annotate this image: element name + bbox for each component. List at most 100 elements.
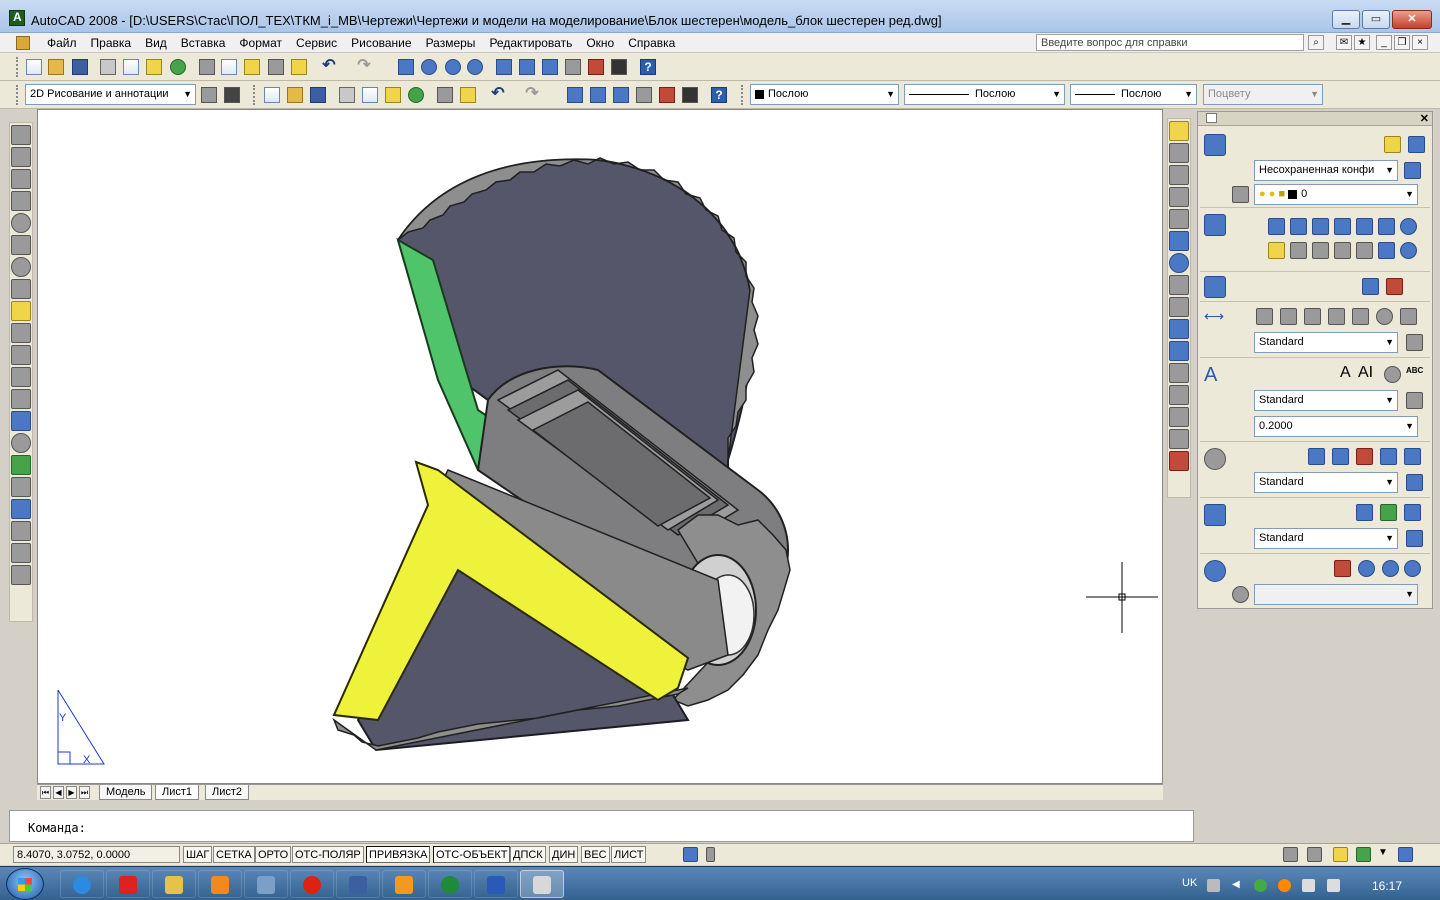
tray-browser-icon[interactable] (1278, 879, 1291, 892)
word-icon[interactable] (474, 870, 518, 898)
jogged-linear-icon[interactable] (11, 477, 31, 497)
search-icon[interactable]: ⌕ (1308, 35, 1324, 50)
block-editor-icon[interactable] (289, 57, 309, 77)
menu-window[interactable]: Окно (579, 35, 621, 51)
dimension-edit-icon[interactable] (11, 499, 31, 519)
prev-tab-icon[interactable]: ◀ (53, 786, 64, 799)
menu-insert[interactable]: Вставка (174, 35, 233, 51)
media-player-icon[interactable] (198, 870, 242, 898)
clock[interactable]: 16:17 (1372, 879, 1402, 893)
keyboard-icon[interactable] (1207, 879, 1220, 892)
coordinate-readout[interactable]: 8.4070, 3.0752, 0.0000 (13, 846, 180, 863)
aligned-dimension-icon[interactable] (1304, 308, 1321, 325)
help-search-input[interactable]: Введите вопрос для справки (1036, 34, 1304, 51)
extend-icon[interactable] (1169, 341, 1189, 361)
markup-icon[interactable] (586, 57, 606, 77)
add-scale-icon[interactable] (1362, 278, 1379, 295)
explode-icon[interactable] (1169, 451, 1189, 471)
find-text-icon[interactable] (1384, 366, 1401, 383)
menu-draw[interactable]: Рисование (344, 35, 418, 51)
zoom-previous-icon[interactable] (1404, 560, 1421, 577)
layer-properties-icon[interactable] (1408, 136, 1425, 153)
paper-toggle[interactable]: ЛИСТ (611, 846, 647, 863)
copy-icon[interactable] (219, 57, 239, 77)
tray-app-icon[interactable] (1254, 879, 1267, 892)
workspace-save-icon[interactable] (222, 85, 242, 105)
single-line-text-icon[interactable]: AI (1358, 364, 1373, 382)
chamfer-icon[interactable] (1169, 407, 1189, 427)
menu-file[interactable]: Файл (40, 35, 84, 51)
radius-dimension-icon[interactable] (11, 213, 31, 233)
erase-icon[interactable] (1169, 121, 1189, 141)
toolbar-grip[interactable] (16, 85, 19, 105)
help-icon[interactable]: ? (709, 85, 729, 105)
properties-icon[interactable] (565, 85, 585, 105)
continue-dimension-icon[interactable] (11, 345, 31, 365)
menu-tools[interactable]: Сервис (289, 35, 344, 51)
navigation-icon[interactable] (1204, 560, 1226, 582)
move-icon[interactable] (1378, 242, 1395, 259)
center-mark-icon[interactable] (11, 433, 31, 453)
multileader-style-select[interactable]: Standard ▼ (1254, 472, 1398, 493)
menu-modify[interactable]: Редактировать (482, 35, 579, 51)
favorites-icon[interactable]: ★ (1354, 35, 1370, 50)
block-editor-icon[interactable] (458, 85, 478, 105)
plot-preview-icon[interactable] (360, 85, 380, 105)
menu-format[interactable]: Формат (232, 35, 289, 51)
dyn-toggle[interactable]: ДИН (549, 846, 579, 863)
multileader-style-icon[interactable] (1406, 474, 1423, 491)
snap-toggle[interactable]: ШАГ (183, 846, 213, 863)
spell-check-icon[interactable]: ABC (1406, 366, 1423, 375)
named-views-icon[interactable] (1232, 586, 1249, 603)
offset-icon[interactable] (1169, 187, 1189, 207)
undo-icon[interactable]: ↶ (488, 85, 508, 105)
circle-icon[interactable] (1400, 218, 1417, 235)
tab-sheet1[interactable]: Лист1 (155, 785, 200, 800)
color-select[interactable]: Послою ▼ (750, 84, 899, 105)
arc-length-icon[interactable] (11, 169, 31, 189)
minimize-button[interactable]: ▁ (1332, 10, 1360, 29)
dimension-style-select[interactable]: Standard ▼ (1254, 332, 1398, 353)
named-view-select[interactable]: ▼ (1254, 584, 1418, 605)
cut-icon[interactable] (197, 57, 217, 77)
copy-object-icon[interactable] (1169, 143, 1189, 163)
plot-icon[interactable] (337, 85, 357, 105)
save-icon[interactable] (70, 57, 90, 77)
linear-dimension-icon[interactable] (11, 125, 31, 145)
pan-icon[interactable] (396, 57, 416, 77)
annotation-visibility-icon[interactable] (1283, 847, 1298, 862)
next-tab-icon[interactable]: ▶ (66, 786, 77, 799)
new-icon[interactable] (24, 57, 44, 77)
layer-state-manager-icon[interactable] (1404, 162, 1421, 179)
paste-icon[interactable] (242, 57, 262, 77)
layer-states-icon[interactable] (1384, 136, 1401, 153)
zoom-previous-icon[interactable] (465, 57, 485, 77)
table-style-select[interactable]: Standard ▼ (1254, 528, 1398, 549)
save-icon[interactable] (308, 85, 328, 105)
text-height-select[interactable]: 0.2000 ▼ (1254, 416, 1418, 437)
add-leader-icon[interactable] (1332, 448, 1349, 465)
pan-icon[interactable] (1334, 560, 1351, 577)
layer-select[interactable]: ● ● ■ 0 ▼ (1254, 184, 1418, 205)
draw-2d-icon[interactable] (1204, 214, 1226, 236)
osnap-toggle[interactable]: ПРИВЯЗКА (366, 846, 431, 863)
quick-dimension-icon[interactable] (11, 301, 31, 321)
doc-restore-icon[interactable]: ❐ (1394, 35, 1410, 50)
aligned-dimension-icon[interactable] (11, 147, 31, 167)
excel-icon[interactable] (428, 870, 472, 898)
ducs-toggle[interactable]: ДПСК (510, 846, 546, 863)
make-current-icon[interactable] (1232, 186, 1249, 203)
grid-toggle[interactable]: СЕТКА (213, 846, 255, 863)
close-button[interactable]: ✕ (1392, 10, 1432, 29)
multileader-icon[interactable] (1204, 448, 1226, 470)
dimension-update-icon[interactable] (11, 543, 31, 563)
stretch-icon[interactable] (1169, 297, 1189, 317)
plotstyle-select[interactable]: Поцвету ▼ (1203, 84, 1323, 105)
communication-center-icon[interactable]: ✉ (1336, 35, 1352, 50)
sheet-set-icon[interactable] (563, 57, 583, 77)
design-center-icon[interactable] (517, 57, 537, 77)
dimension-style-icon[interactable] (1406, 334, 1423, 351)
menu-help[interactable]: Справка (621, 35, 682, 51)
rectangle-icon[interactable] (1356, 218, 1373, 235)
new-icon[interactable] (262, 85, 282, 105)
